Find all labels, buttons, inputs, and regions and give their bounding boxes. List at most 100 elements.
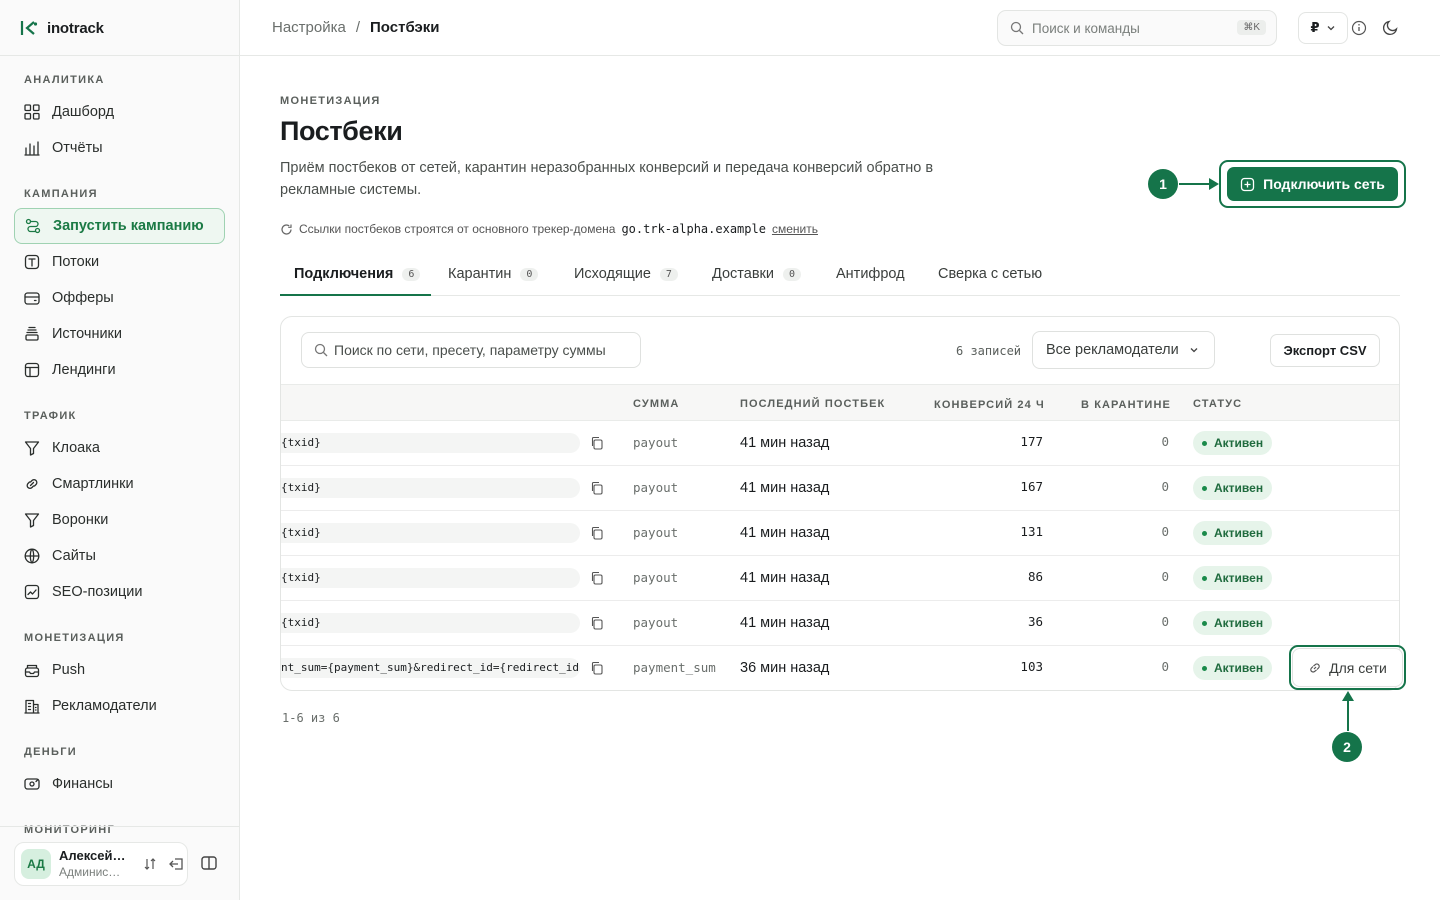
tab[interactable]: Подключения 6 — [280, 258, 431, 296]
sidebar-item[interactable]: Потоки — [14, 244, 225, 280]
copy-icon[interactable] — [590, 616, 604, 630]
amount-param: payment_sum — [633, 660, 716, 675]
route-icon — [25, 218, 41, 234]
table-row[interactable]: {txid} payout 41 мин назад 131 0 Активен — [281, 511, 1399, 556]
tab-count-badge: 6 — [402, 268, 421, 281]
sidebar-item[interactable]: Дашборд — [14, 94, 225, 130]
copy-icon[interactable] — [590, 481, 604, 495]
wallet-icon — [24, 292, 40, 305]
table-row[interactable]: {txid} payout 41 мин назад 177 0 Активен — [281, 421, 1399, 466]
column-header-status[interactable]: СТАТУС — [1193, 398, 1242, 410]
theme-moon-icon[interactable] — [1382, 18, 1400, 36]
currency-select[interactable]: ₽ — [1298, 12, 1348, 44]
table-row[interactable]: {txid} payout 41 мин назад 36 0 Активен — [281, 601, 1399, 646]
sidebar-item-label: Рекламодатели — [52, 698, 157, 714]
sidebar-item[interactable]: Офферы — [14, 280, 225, 316]
app-logo[interactable]: inotrack — [20, 18, 104, 38]
tab[interactable]: Исходящие 7 — [574, 258, 678, 296]
tab-label: Сверка с сетью — [938, 266, 1043, 282]
refresh-icon — [281, 223, 292, 235]
status-badge: Активен — [1193, 476, 1273, 500]
table-row[interactable]: {txid} payout 41 мин назад 167 0 Активен — [281, 466, 1399, 511]
copy-icon[interactable] — [590, 661, 604, 675]
sidebar-section-title: КАМПАНИЯ — [24, 188, 98, 200]
postback-url[interactable]: {txid} — [281, 613, 580, 633]
pagination-info: 1-6 из 6 — [282, 711, 340, 725]
advertiser-select-value: Все рекламодатели — [1046, 342, 1179, 358]
column-header-conversions[interactable]: КОНВЕРСИЙ 24 Ч — [934, 399, 1045, 411]
sidebar-item[interactable]: Воронки — [14, 502, 225, 538]
copy-icon[interactable] — [590, 436, 604, 450]
switch-account-icon[interactable] — [143, 857, 157, 871]
status-badge: Активен — [1193, 566, 1273, 590]
callout-arrow-1 — [1179, 178, 1219, 190]
status-badge: Активен — [1193, 611, 1273, 635]
search-icon — [314, 343, 328, 357]
sidebar-item[interactable]: Финансы — [14, 766, 225, 802]
quarantine-count: 0 — [1161, 524, 1169, 539]
inbox-icon — [24, 664, 40, 678]
postback-url[interactable]: {txid} — [281, 523, 580, 543]
status-dot-icon — [1202, 530, 1207, 536]
sidebar-item[interactable]: Push — [14, 652, 225, 688]
copy-icon[interactable] — [590, 526, 604, 540]
table-row[interactable]: {txid} payout 41 мин назад 86 0 Активен — [281, 556, 1399, 601]
status-label: Активен — [1214, 526, 1264, 540]
status-dot-icon — [1202, 485, 1207, 491]
breadcrumb-parent[interactable]: Настройка — [272, 19, 346, 36]
postback-url[interactable]: {txid} — [281, 433, 580, 453]
quarantine-count: 0 — [1161, 479, 1169, 494]
sidebar-item[interactable]: Источники — [14, 316, 225, 352]
status-badge: Активен — [1193, 431, 1273, 455]
column-header-last-postback[interactable]: ПОСЛЕДНИЙ ПОСТБЕК — [740, 398, 885, 410]
command-search-input[interactable]: Поиск и команды ⌘K — [997, 10, 1277, 46]
grid-icon — [24, 104, 40, 120]
export-csv-button[interactable]: Экспорт CSV — [1270, 334, 1380, 367]
table-row[interactable]: nt_sum={payment_sum}&redirect_id={redire… — [281, 646, 1399, 690]
postback-url[interactable]: nt_sum={payment_sum}&redirect_id={redire… — [281, 658, 580, 678]
page-icon — [24, 362, 40, 378]
link-icon — [26, 479, 38, 489]
sidebar-item-label: Push — [52, 662, 86, 678]
sidebar-item-label: Воронки — [52, 512, 109, 528]
currency-value: ₽ — [1310, 20, 1320, 35]
tab[interactable]: Сверка с сетью — [938, 258, 1042, 296]
user-card[interactable]: АД Алексей… Админис… — [14, 842, 188, 886]
sidebar-divider — [0, 55, 239, 56]
sidebar-item-label: Клоака — [52, 440, 100, 456]
status-badge: Активен — [1193, 521, 1273, 545]
postback-url[interactable]: {txid} — [281, 568, 580, 588]
sidebar-item[interactable]: Лендинги — [14, 352, 225, 388]
change-domain-link[interactable]: сменить — [772, 222, 818, 236]
logo-icon — [20, 21, 38, 35]
sidebar-item[interactable]: Клоака — [14, 430, 225, 466]
column-header-quarantine[interactable]: В КАРАНТИНЕ — [1081, 399, 1171, 411]
tab[interactable]: Карантин 0 — [448, 258, 539, 296]
tab[interactable]: Антифрод — [836, 258, 905, 296]
app-name: inotrack — [47, 19, 104, 37]
table-search-input[interactable]: Поиск по сети, пресету, параметру суммы — [301, 332, 641, 368]
copy-icon[interactable] — [590, 571, 604, 585]
sidebar-item[interactable]: Смартлинки — [14, 466, 225, 502]
postback-url[interactable]: {txid} — [281, 478, 580, 498]
sidebar-item[interactable]: Сайты — [14, 538, 225, 574]
shortcut-badge: ⌘K — [1237, 20, 1266, 35]
tab[interactable]: Доставки 0 — [712, 258, 802, 296]
sidebar-item[interactable]: SEO-позиции — [14, 574, 225, 610]
sidebar-item[interactable]: Запустить кампанию — [14, 208, 225, 244]
column-header-amount[interactable]: СУММА — [633, 398, 679, 410]
callout-arrow-2 — [1342, 691, 1354, 731]
quarantine-count: 0 — [1161, 434, 1169, 449]
info-icon[interactable] — [1350, 19, 1368, 37]
connections-panel: Поиск по сети, пресету, параметру суммы … — [280, 316, 1400, 691]
amount-param: payout — [633, 480, 679, 495]
collapse-sidebar-icon[interactable] — [200, 854, 218, 872]
breadcrumb: Настройка / Постбэки — [272, 19, 440, 36]
sidebar-item[interactable]: Отчёты — [14, 130, 225, 166]
tracker-domain: go.trk-alpha.example — [621, 222, 766, 236]
advertiser-select[interactable]: Все рекламодатели — [1032, 331, 1215, 369]
tab-label: Исходящие — [574, 266, 651, 282]
sidebar-item[interactable]: Рекламодатели — [14, 688, 225, 724]
logout-icon[interactable] — [169, 856, 185, 872]
highlight-box-1 — [1219, 160, 1406, 208]
